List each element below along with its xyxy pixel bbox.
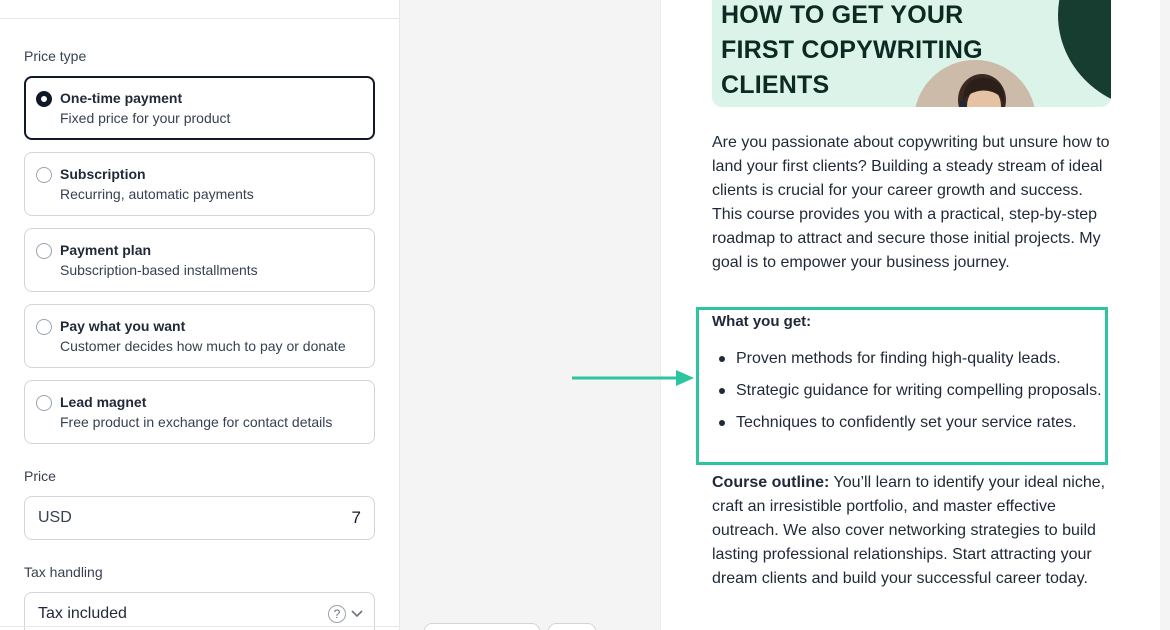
tax-handling-label: Tax handling [24,564,103,580]
radio-button[interactable] [36,319,52,335]
tax-handling-value: Tax included [38,605,127,622]
option-description: Subscription-based installments [60,262,258,278]
option-title: One-time payment [60,90,183,106]
option-description: Fixed price for your product [60,110,231,126]
chevron-down-icon[interactable] [350,606,364,620]
pricing-settings-panel: Price type One-time payment Fixed price … [0,0,400,630]
option-subscription[interactable]: Subscription Recurring, automatic paymen… [24,152,375,216]
product-description: Are you passionate about copywriting but… [712,134,1110,271]
option-one-time-payment[interactable]: One-time payment Fixed price for your pr… [24,76,375,140]
option-payment-plan[interactable]: Payment plan Subscription-based installm… [24,228,375,292]
course-outline-label: Course outline: [712,474,830,491]
option-description: Free product in exchange for contact det… [60,414,333,430]
price-value[interactable]: 7 [352,508,361,528]
course-outline: Course outline: You’ll learn to identify… [712,471,1114,591]
help-icon[interactable]: ? [328,605,346,623]
option-title: Subscription [60,166,146,182]
option-lead-magnet[interactable]: Lead magnet Free product in exchange for… [24,380,375,444]
radio-button[interactable] [36,395,52,411]
banner-shape [1058,0,1111,107]
footer-button[interactable] [424,623,540,630]
price-type-label: Price type [24,48,87,64]
arrow-right-icon [572,370,694,386]
tax-handling-select[interactable]: Tax included ? [24,592,375,630]
instructor-photo [914,60,1036,107]
option-description: Recurring, automatic payments [60,186,254,202]
option-pay-what-you-want[interactable]: Pay what you want Customer decides how m… [24,304,375,368]
price-input[interactable]: USD 7 [24,496,375,540]
divider [0,626,400,627]
option-title: Lead magnet [60,394,147,410]
footer-button[interactable] [548,623,596,630]
highlight-box [696,307,1108,465]
radio-button[interactable] [36,167,52,183]
option-title: Pay what you want [60,318,186,334]
cover-title-line: FIRST COPYWRITING [721,36,983,64]
price-label: Price [24,468,56,484]
radio-button[interactable] [36,91,52,107]
cover-title-line: CLIENTS [721,71,830,99]
option-description: Customer decides how much to pay or dona… [60,338,346,354]
cover-title-line: HOW TO GET YOUR [721,1,964,29]
divider [0,18,399,19]
option-title: Payment plan [60,242,152,258]
currency-label: USD [38,509,72,526]
radio-button[interactable] [36,243,52,259]
cover-banner: HOW TO GET YOUR FIRST COPYWRITING CLIENT… [712,0,1111,107]
